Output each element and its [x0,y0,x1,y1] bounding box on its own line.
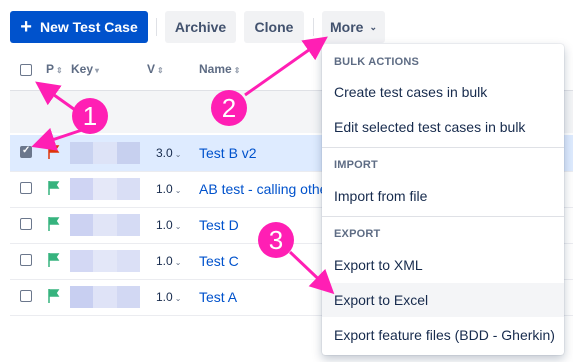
menu-divider [322,216,564,217]
column-header-key[interactable]: Key ▾ [71,62,99,76]
test-case-name-link[interactable]: AB test - calling othe [199,181,327,197]
row-checkbox[interactable] [20,290,32,302]
chevron-down-icon: ⌄ [369,21,377,32]
annotation-badge-3: 3 [258,222,294,258]
more-button[interactable]: More ⌄ [322,11,385,43]
version-selector[interactable]: 1.0 ⌄ [156,218,181,232]
menu-item-create-bulk[interactable]: Create test cases in bulk [322,75,564,109]
sort-desc-icon: ▾ [95,66,100,75]
toolbar-divider [313,18,314,36]
column-header-version[interactable]: V ⇕ [147,62,164,76]
sort-icon: ⇕ [157,66,164,75]
version-selector[interactable]: 1.0 ⌄ [156,290,181,304]
test-case-name-link[interactable]: Test C [199,253,239,269]
more-dropdown-menu: BULK ACTIONS Create test cases in bulk E… [322,44,564,355]
sort-icon: ⇕ [233,66,241,75]
clone-button[interactable]: Clone [244,11,304,43]
version-selector[interactable]: 3.0 ⌄ [156,146,181,160]
row-checkbox[interactable] [20,145,32,158]
menu-item-export-excel[interactable]: Export to Excel [322,283,564,317]
menu-item-export-xml[interactable]: Export to XML [322,248,564,282]
flag-icon [48,217,60,231]
clone-label: Clone [254,19,294,35]
menu-item-edit-bulk[interactable]: Edit selected test cases in bulk [322,110,564,144]
version-selector[interactable]: 1.0 ⌄ [156,182,181,196]
flag-icon [48,253,60,267]
row-checkbox[interactable] [20,254,32,266]
blurred-key [70,142,140,164]
flag-icon [48,289,60,303]
sort-icon: ⇕ [56,66,63,75]
menu-divider [322,147,564,148]
blurred-key [70,250,140,272]
menu-item-export-feature-files[interactable]: Export feature files (BDD - Gherkin) [322,318,564,352]
blurred-key [70,178,140,200]
archive-label: Archive [174,19,227,35]
flag-icon [48,145,60,159]
archive-button[interactable]: Archive [165,11,236,43]
new-test-case-button[interactable]: + New Test Case [10,11,148,43]
plus-icon: + [20,16,32,38]
row-checkbox[interactable] [20,182,32,194]
menu-section-bulk-actions: BULK ACTIONS [334,56,420,68]
toolbar-divider [156,18,157,36]
menu-section-import: IMPORT [334,159,378,171]
select-all-checkbox[interactable] [20,64,32,76]
column-header-name[interactable]: Name ⇕ [199,62,240,76]
menu-item-import-file[interactable]: Import from file [322,179,564,213]
blurred-key [70,214,140,236]
blurred-key [70,286,140,308]
menu-section-export: EXPORT [334,228,381,240]
column-header-priority[interactable]: P ⇕ [46,62,63,76]
test-case-name-link[interactable]: Test A [199,289,237,305]
test-case-name-link[interactable]: Test B v2 [199,145,257,161]
annotation-badge-2: 2 [211,90,247,126]
more-label: More [330,19,364,35]
new-test-case-label: New Test Case [39,19,138,35]
annotation-badge-1: 1 [72,98,108,134]
row-checkbox[interactable] [20,218,32,230]
version-selector[interactable]: 1.0 ⌄ [156,254,181,268]
test-case-name-link[interactable]: Test D [199,217,239,233]
flag-icon [48,181,60,195]
